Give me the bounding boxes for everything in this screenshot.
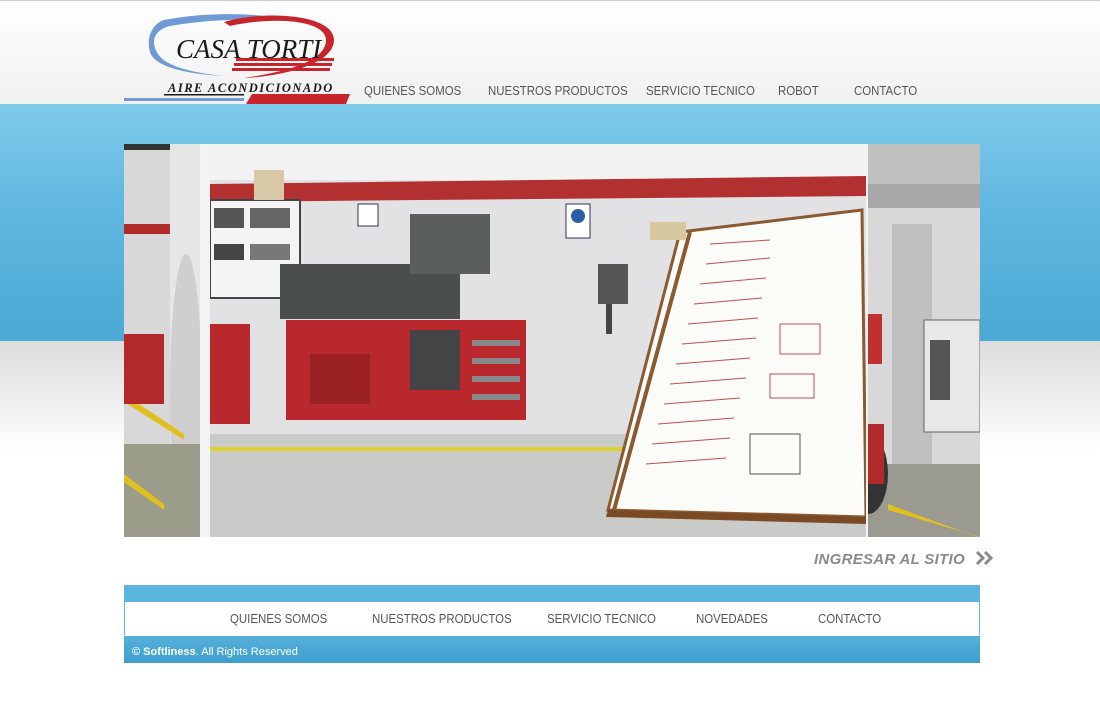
nav-robot[interactable]: ROBOT	[778, 83, 819, 98]
logo-subtitle: AIRE ACONDICIONADO	[168, 81, 334, 95]
footer-top-bar	[124, 585, 980, 602]
footer-nav-novedades[interactable]: NOVEDADES	[696, 611, 768, 626]
logo-title: CASA TORTI	[176, 34, 322, 64]
footer-nav-contacto[interactable]: CONTACTO	[818, 611, 881, 626]
slide-current-image	[210, 144, 866, 537]
copyright-brand[interactable]: © Softliness	[132, 646, 196, 658]
slide-next-image[interactable]	[868, 144, 980, 537]
nav-quienes-somos[interactable]: QUIENES SOMOS	[364, 83, 461, 98]
double-chevron-right-icon	[975, 550, 995, 570]
footer-nav-nuestros-productos[interactable]: NUESTROS PRODUCTOS	[372, 611, 512, 626]
footer-nav-servicio-tecnico[interactable]: SERVICIO TECNICO	[547, 611, 656, 626]
nav-contacto[interactable]: CONTACTO	[854, 83, 917, 98]
image-slider[interactable]	[124, 144, 980, 537]
slide-previous-image[interactable]	[124, 144, 200, 537]
copyright-text: © Softliness. All Rights Reserved	[132, 646, 298, 658]
enter-site-link[interactable]: INGRESAR AL SITIO	[814, 550, 995, 570]
copyright-rights: . All Rights Reserved	[195, 646, 298, 658]
nav-nuestros-productos[interactable]: NUESTROS PRODUCTOS	[488, 83, 628, 98]
nav-servicio-tecnico[interactable]: SERVICIO TECNICO	[646, 83, 755, 98]
footer-nav-quienes-somos[interactable]: QUIENES SOMOS	[230, 611, 327, 626]
footer-nav: QUIENES SOMOS NUESTROS PRODUCTOS SERVICI…	[124, 602, 980, 635]
enter-site-label: INGRESAR AL SITIO	[814, 551, 965, 568]
footer-bottom-bar: © Softliness. All Rights Reserved	[124, 636, 980, 663]
site-logo[interactable]: CASA TORTI AIRE ACONDICIONADO	[124, 12, 352, 104]
